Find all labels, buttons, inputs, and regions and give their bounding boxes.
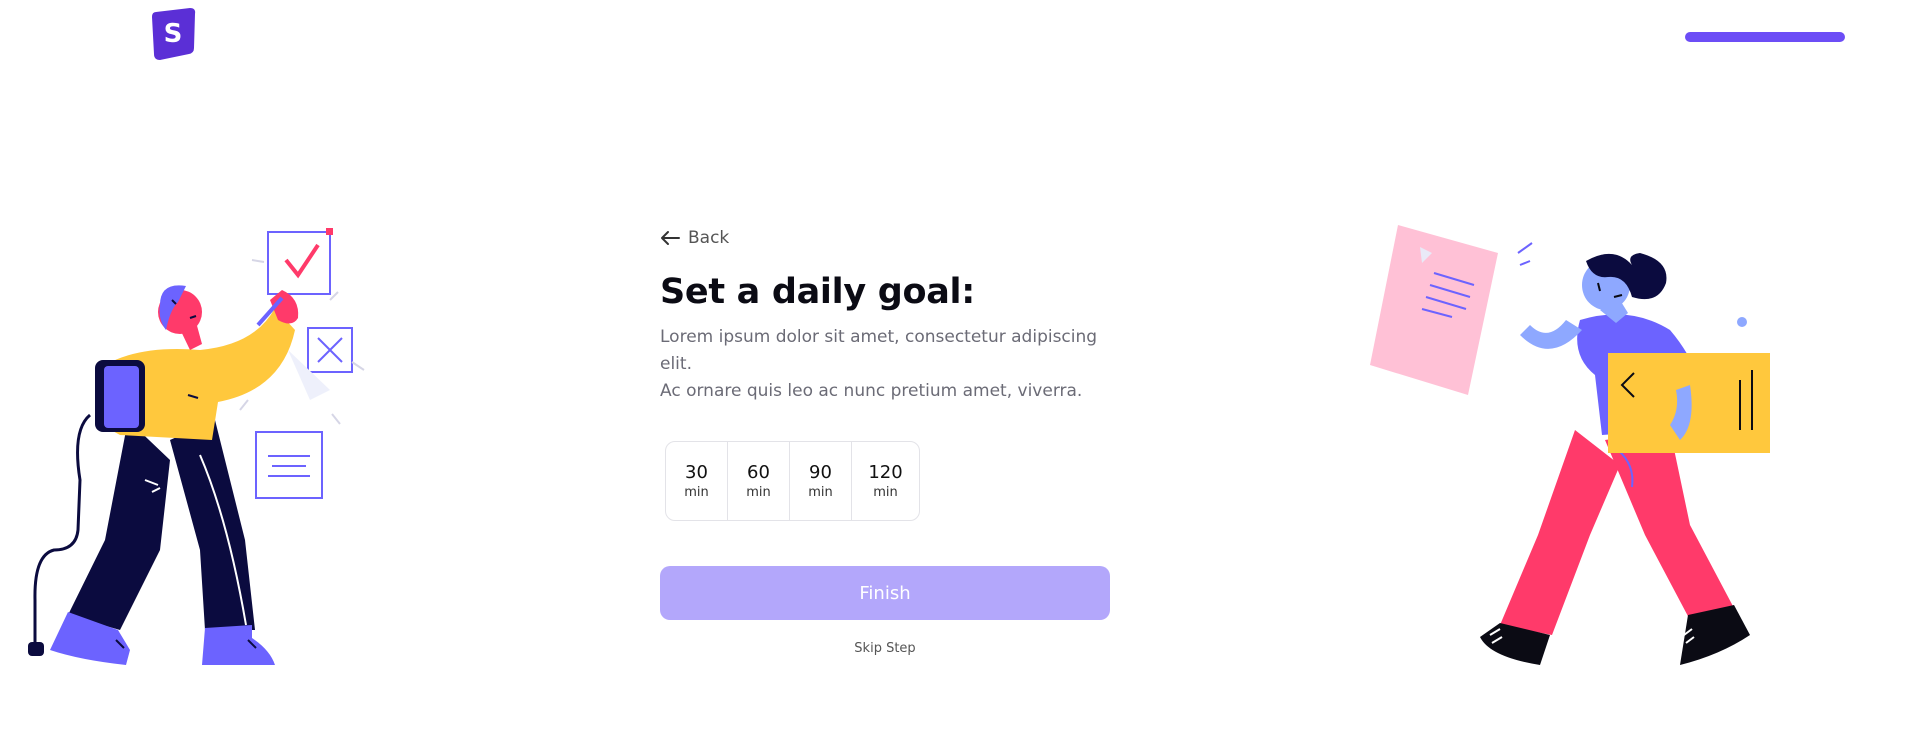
page-description: Lorem ipsum dolor sit amet, consectetur … — [660, 324, 1110, 405]
goal-options: 30 min 60 min 90 min 120 min — [665, 441, 920, 521]
progress-bar — [1685, 32, 1845, 42]
daily-goal-form: Back Set a daily goal: Lorem ipsum dolor… — [660, 228, 1110, 656]
goal-unit: min — [808, 485, 833, 500]
back-button[interactable]: Back — [660, 228, 729, 248]
goal-option-90[interactable]: 90 min — [790, 442, 852, 520]
person-checklist-illustration — [28, 228, 365, 665]
goal-option-30[interactable]: 30 min — [666, 442, 728, 520]
app-logo[interactable]: S — [150, 8, 196, 60]
goal-value: 120 — [868, 462, 903, 483]
skip-step-link[interactable]: Skip Step — [660, 641, 1110, 656]
finish-button[interactable]: Finish — [660, 566, 1110, 620]
goal-unit: min — [873, 485, 898, 500]
arrow-left-icon — [661, 231, 680, 245]
person-documents-illustration — [1370, 225, 1770, 665]
goal-unit: min — [684, 485, 709, 500]
goal-value: 90 — [809, 462, 832, 483]
page-title: Set a daily goal: — [660, 272, 975, 312]
description-line-2: Ac ornare quis leo ac nunc pretium amet,… — [660, 381, 1083, 401]
goal-option-60[interactable]: 60 min — [728, 442, 790, 520]
logo-letter: S — [164, 19, 183, 49]
goal-unit: min — [746, 485, 771, 500]
description-line-1: Lorem ipsum dolor sit amet, consectetur … — [660, 327, 1098, 374]
back-label: Back — [688, 228, 730, 248]
goal-value: 60 — [747, 462, 770, 483]
goal-option-120[interactable]: 120 min — [852, 442, 919, 520]
goal-value: 30 — [685, 462, 708, 483]
